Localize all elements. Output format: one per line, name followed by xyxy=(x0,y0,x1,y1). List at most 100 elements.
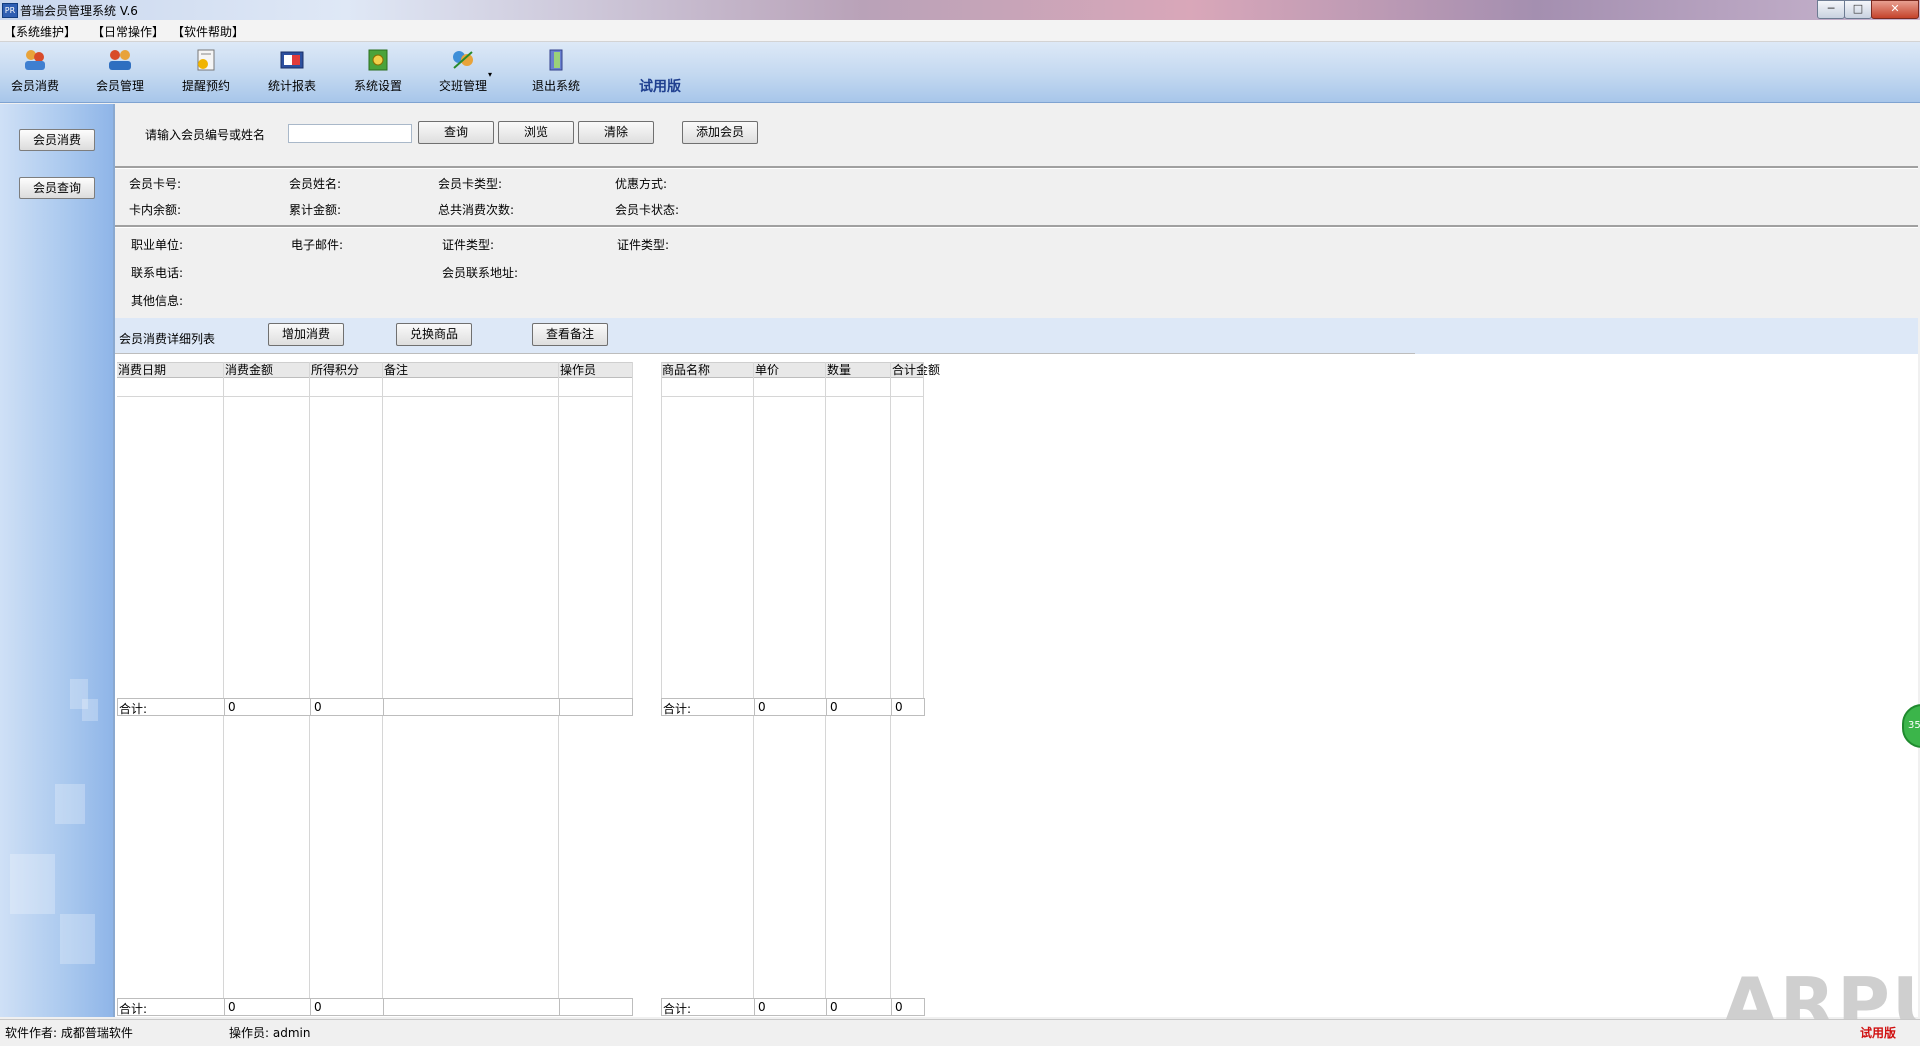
menu-software-help[interactable]: 【软件帮助】 xyxy=(172,23,244,40)
goods-grid[interactable]: 商品名称 单价 数量 合计金额 xyxy=(661,362,940,700)
goods-sum-row-lower: 合计: 0 0 0 xyxy=(661,998,925,1016)
column-divider xyxy=(890,362,891,700)
sum-points: 0 xyxy=(314,700,322,714)
sum-price: 0 xyxy=(758,700,766,714)
title-bar: PR 普瑞会员管理系统 V.6 ─ □ ✕ xyxy=(0,0,1920,20)
column-divider xyxy=(558,716,559,998)
consumption-grid[interactable]: 消费日期 消费金额 所得积分 备注 操作员 xyxy=(117,362,633,700)
list-title: 会员消费详细列表 xyxy=(119,332,216,346)
view-notes-button[interactable]: 查看备注 xyxy=(532,323,608,346)
clear-button[interactable]: 清除 xyxy=(578,121,654,144)
column-divider xyxy=(309,716,310,998)
column-header[interactable]: 操作员 xyxy=(560,363,596,377)
shift-icon xyxy=(453,51,473,69)
company-label: 职业单位: xyxy=(131,238,184,252)
goods-grid-lower[interactable] xyxy=(661,716,924,998)
column-divider xyxy=(382,362,383,700)
column-divider xyxy=(826,999,827,1015)
exchange-goods-button[interactable]: 兑换商品 xyxy=(396,323,472,346)
search-input[interactable] xyxy=(288,124,412,143)
toolbar-member-manage[interactable]: 会员管理 xyxy=(85,48,155,98)
sidebar-query-button[interactable]: 会员查询 xyxy=(19,177,95,199)
add-consumption-button[interactable]: 增加消费 xyxy=(268,323,344,346)
column-header[interactable]: 数量 xyxy=(827,363,851,377)
trial-version-label: 试用版 xyxy=(639,79,681,95)
browse-button[interactable]: 浏览 xyxy=(498,121,574,144)
sum-amount: 0 xyxy=(228,1000,236,1014)
sum-total: 0 xyxy=(895,1000,903,1014)
column-divider xyxy=(754,699,755,715)
column-divider xyxy=(310,999,311,1015)
menu-daily-operation[interactable]: 【日常操作】 xyxy=(92,23,164,40)
consumption-sum-row-lower: 合计: 0 0 xyxy=(117,998,633,1016)
goods-sum-row: 合计: 0 0 0 xyxy=(661,698,925,716)
window-title: 普瑞会员管理系统 V.6 xyxy=(20,4,138,18)
menu-bar: 【系统维护】 【日常操作】 【软件帮助】 xyxy=(0,20,1920,42)
balance-label: 卡内余额: xyxy=(129,203,182,217)
total-count-label: 总共消费次数: xyxy=(438,203,515,217)
sum-label: 合计: xyxy=(663,1002,692,1016)
sum-price: 0 xyxy=(758,1000,766,1014)
divider xyxy=(115,353,1415,354)
sum-amount: 0 xyxy=(228,700,236,714)
member-name-label: 会员姓名: xyxy=(289,177,342,191)
menu-system-maintenance[interactable]: 【系统维护】 xyxy=(4,23,76,40)
consumption-grid-lower[interactable] xyxy=(117,716,633,998)
column-divider xyxy=(890,716,891,998)
phone-label: 联系电话: xyxy=(131,266,184,280)
sum-points: 0 xyxy=(314,1000,322,1014)
toolbar-settings[interactable]: 系统设置 xyxy=(343,48,413,98)
add-member-button[interactable]: 添加会员 xyxy=(682,121,758,144)
column-header[interactable]: 备注 xyxy=(384,363,408,377)
column-header[interactable]: 单价 xyxy=(755,363,779,377)
column-header[interactable]: 合计金额 xyxy=(892,363,940,377)
toolbar-report[interactable]: 统计报表 xyxy=(257,48,327,98)
column-divider xyxy=(891,699,892,715)
column-divider xyxy=(923,362,924,700)
query-button[interactable]: 查询 xyxy=(418,121,494,144)
settings-icon xyxy=(368,49,388,71)
toolbar-label: 会员消费 xyxy=(10,79,59,93)
card-status-label: 会员卡状态: xyxy=(615,203,680,217)
close-button[interactable]: ✕ xyxy=(1871,0,1919,19)
total-amount-label: 累计金额: xyxy=(289,203,342,217)
row-divider xyxy=(661,396,924,397)
column-divider xyxy=(309,362,310,700)
member-consume-icon xyxy=(25,50,45,70)
column-divider xyxy=(310,699,311,715)
toolbar-member-consume[interactable]: 会员消费 xyxy=(0,48,70,98)
column-header[interactable]: 消费金额 xyxy=(225,363,273,377)
minimize-button[interactable]: ─ xyxy=(1817,0,1845,19)
column-header[interactable]: 所得积分 xyxy=(311,363,359,377)
address-label: 会员联系地址: xyxy=(442,266,519,280)
column-divider xyxy=(632,362,633,700)
toolbar-label: 交班管理 xyxy=(438,79,487,93)
sum-label: 合计: xyxy=(663,702,692,716)
toolbar-exit[interactable]: 退出系统 xyxy=(521,48,591,98)
column-divider xyxy=(224,999,225,1015)
toolbar-label: 统计报表 xyxy=(267,79,316,93)
other-info-label: 其他信息: xyxy=(131,294,184,308)
email-label: 电子邮件: xyxy=(291,238,344,252)
divider xyxy=(115,225,1918,228)
column-divider xyxy=(559,999,560,1015)
sidebar-consume-button[interactable]: 会员消费 xyxy=(19,129,95,151)
sidebar-decoration xyxy=(82,699,98,721)
consumption-sum-row: 合计: 0 0 xyxy=(117,698,633,716)
divider xyxy=(115,166,1918,169)
card-no-label: 会员卡号: xyxy=(129,177,182,191)
grid-area: 消费日期 消费金额 所得积分 备注 操作员 合计: 0 0 商品名称 单价 数量… xyxy=(115,353,1918,1017)
column-divider xyxy=(826,699,827,715)
shift-dropdown-icon[interactable]: ▾ xyxy=(488,70,492,79)
column-divider xyxy=(223,362,224,700)
toolbar-label: 提醒预约 xyxy=(181,79,230,93)
maximize-button[interactable]: □ xyxy=(1844,0,1872,19)
member-manage-icon xyxy=(109,50,131,70)
left-sidebar: 会员消费 会员查询 xyxy=(0,104,115,1017)
toolbar-reminder[interactable]: 提醒预约 xyxy=(171,48,241,98)
column-header[interactable]: 商品名称 xyxy=(662,363,710,377)
column-header[interactable]: 消费日期 xyxy=(118,363,166,377)
reminder-icon xyxy=(197,49,215,71)
row-divider xyxy=(117,396,633,397)
column-divider xyxy=(224,699,225,715)
